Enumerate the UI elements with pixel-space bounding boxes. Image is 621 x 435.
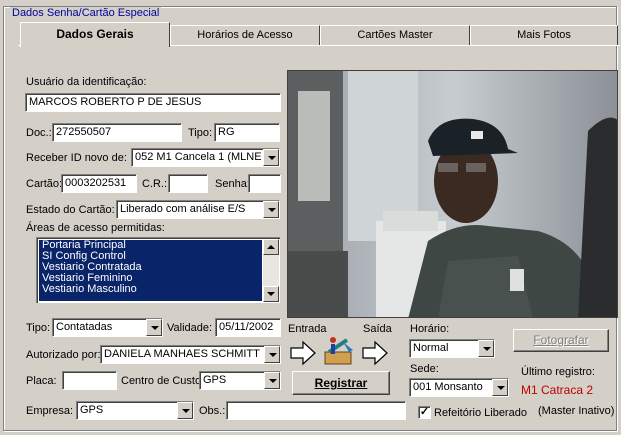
tipo-field[interactable]: RG xyxy=(214,123,280,142)
senha-field[interactable] xyxy=(248,174,281,193)
estado-value: Liberado com análise E/S xyxy=(120,203,246,215)
centro-select[interactable]: GPS xyxy=(199,371,281,390)
sede-select[interactable]: 001 Monsanto xyxy=(409,378,509,397)
group-title: Dados Senha/Cartão Especial xyxy=(10,7,162,19)
person-photo xyxy=(287,70,618,318)
tipo2-label: Tipo: xyxy=(26,322,51,334)
centro-label: Centro de Custo: xyxy=(121,375,205,387)
areas-items: Portaria Principal SI Config Control Ves… xyxy=(39,240,262,301)
chevron-down-icon[interactable] xyxy=(264,372,280,389)
saida-label: Saída xyxy=(363,323,392,335)
validade-label: Validade: xyxy=(167,322,213,334)
tab-dados-gerais[interactable]: Dados Gerais xyxy=(20,22,170,47)
autorizado-select[interactable]: DANIELA MANHAES SCHMITT xyxy=(100,345,281,364)
cartao-field[interactable]: 0003202531 xyxy=(61,174,137,193)
turnstile-person-icon[interactable] xyxy=(321,334,357,368)
empresa-value: GPS xyxy=(80,404,104,416)
validade-field[interactable]: 05/11/2002 xyxy=(215,318,281,337)
chevron-down-icon[interactable] xyxy=(177,402,193,419)
entrada-arrow-icon[interactable] xyxy=(289,339,317,367)
doc-label: Doc.: xyxy=(26,127,52,139)
cr-label: C.R.: xyxy=(142,178,168,190)
horario-value: Normal xyxy=(413,342,449,354)
tipo2-select[interactable]: Contatadas xyxy=(52,318,163,337)
areas-listbox[interactable]: Portaria Principal SI Config Control Ves… xyxy=(36,237,280,303)
chevron-down-icon[interactable] xyxy=(263,149,279,166)
estado-label: Estado do Cartão: xyxy=(26,204,115,216)
autorizado-value: DANIELA MANHAES SCHMITT xyxy=(104,348,260,360)
receber-select[interactable]: 052 M1 Cancela 1 (MLNET( xyxy=(131,148,280,167)
obs-field[interactable] xyxy=(226,401,406,420)
horario-label: Horário: xyxy=(410,323,450,335)
autorizado-label: Autorizado por: xyxy=(26,349,101,361)
tab-mais-fotos[interactable]: Mais Fotos xyxy=(470,25,618,45)
chevron-down-icon[interactable] xyxy=(146,319,162,336)
sede-label: Sede: xyxy=(410,363,439,375)
scrollbar[interactable] xyxy=(263,239,279,302)
registrar-button[interactable]: Registrar xyxy=(292,371,390,395)
senha-label: Senha: xyxy=(215,178,250,190)
scroll-up-icon[interactable] xyxy=(263,239,279,255)
tab-cartoes-master[interactable]: Cartões Master xyxy=(320,25,470,45)
refeitorio-label[interactable]: Refeitório Liberado xyxy=(434,407,527,420)
areas-label: Áreas de acesso permitidas: xyxy=(26,222,165,234)
chevron-down-icon[interactable] xyxy=(264,346,280,363)
saida-arrow-icon[interactable] xyxy=(361,339,389,367)
cartao-label: Cartão: xyxy=(26,178,63,190)
scroll-down-icon[interactable] xyxy=(263,286,279,302)
chevron-down-icon[interactable] xyxy=(263,201,279,218)
receber-value: 052 M1 Cancela 1 (MLNET( xyxy=(135,151,261,163)
empresa-select[interactable]: GPS xyxy=(76,401,194,420)
obs-label: Obs.: xyxy=(199,405,226,417)
horario-select[interactable]: Normal xyxy=(409,339,495,358)
refeitorio-checkbox[interactable]: ✓ xyxy=(418,406,431,419)
list-item[interactable]: Vestiario Masculino xyxy=(39,284,262,295)
ultimo-value: M1 Catraca 2 xyxy=(521,383,594,397)
cr-field[interactable] xyxy=(168,174,208,193)
receber-label: Receber ID novo de: xyxy=(26,152,127,164)
usuario-label: Usuário da identificação: xyxy=(26,76,147,88)
tipo-label: Tipo: xyxy=(188,127,213,139)
tab-horarios-acesso[interactable]: Horários de Acesso xyxy=(170,25,320,45)
usuario-field[interactable]: MARCOS ROBERTO P DE JESUS xyxy=(25,93,281,112)
master-status: (Master Inativo) xyxy=(538,405,615,417)
sede-value: 001 Monsanto xyxy=(413,381,483,393)
placa-label: Placa: xyxy=(26,375,57,387)
doc-field[interactable]: 272550507 xyxy=(52,123,182,142)
photo-image xyxy=(288,71,617,317)
centro-value: GPS xyxy=(203,374,227,386)
estado-select[interactable]: Liberado com análise E/S xyxy=(116,200,280,219)
placa-field[interactable] xyxy=(62,371,117,390)
chevron-down-icon[interactable] xyxy=(492,379,508,396)
fotografar-button[interactable]: Fotografar xyxy=(513,329,609,352)
tipo2-value: Contatadas xyxy=(56,321,113,333)
empresa-label: Empresa: xyxy=(26,405,74,417)
ultimo-label: Último registro: xyxy=(521,366,595,378)
chevron-down-icon[interactable] xyxy=(478,340,494,357)
